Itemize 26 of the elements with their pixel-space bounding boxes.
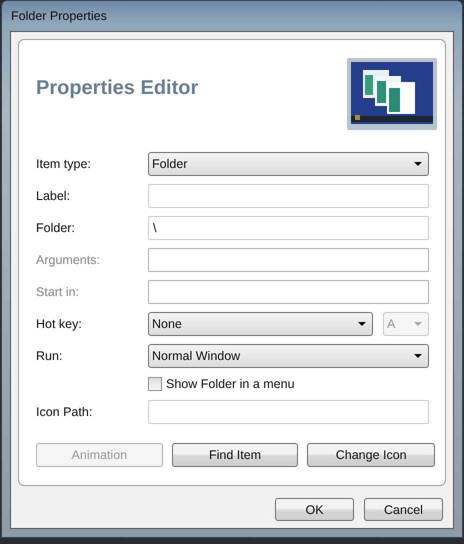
- dropdown[interactable]: Folder: [148, 152, 429, 176]
- input-field[interactable]: [148, 184, 429, 208]
- dropdown[interactable]: None: [148, 312, 373, 336]
- action-button[interactable]: Find Item: [172, 443, 298, 467]
- field-label: Run:: [36, 349, 64, 363]
- field-label: Item type:: [36, 157, 92, 171]
- header-title: Properties Editor: [36, 76, 198, 100]
- input-field[interactable]: \: [148, 216, 429, 240]
- windows-stack-icon: [347, 58, 437, 130]
- field-label: Icon Path:: [36, 405, 94, 419]
- field-label: Hot key:: [36, 317, 83, 331]
- caret-icon: [414, 354, 422, 358]
- field-label: Label:: [36, 189, 72, 203]
- show-in-menu-checkbox[interactable]: Show Folder in a menu: [148, 376, 429, 392]
- dialog-button[interactable]: OK: [275, 498, 354, 521]
- field-label: Folder:: [36, 221, 76, 235]
- caret-icon: [414, 322, 422, 326]
- field-label: Arguments:: [36, 253, 101, 267]
- caret-icon: [414, 162, 422, 166]
- field-label: Start in:: [36, 285, 80, 299]
- dropdown[interactable]: Normal Window: [148, 344, 429, 368]
- action-button[interactable]: Change Icon: [307, 443, 436, 467]
- input-field[interactable]: [148, 400, 429, 424]
- dialog-button[interactable]: Cancel: [364, 498, 443, 521]
- window-title: Folder Properties: [10, 9, 107, 23]
- caret-icon: [358, 322, 366, 326]
